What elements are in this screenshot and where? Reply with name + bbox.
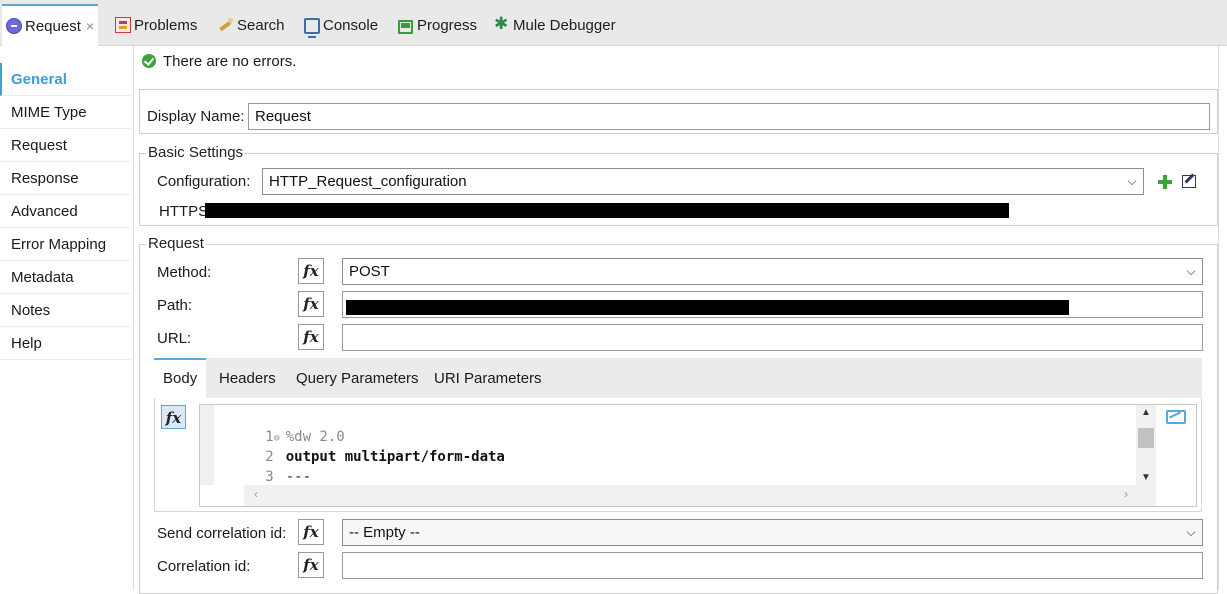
tab-label: Console — [323, 16, 379, 34]
nav-item-response[interactable]: Response — [0, 162, 131, 195]
tab-request[interactable]: Request × — [2, 4, 99, 46]
editor-horizontal-scrollbar[interactable]: ‹ › — [244, 485, 1156, 506]
properties-nav: General MIME Type Request Response Advan… — [0, 63, 131, 360]
configuration-label: Configuration: — [157, 173, 251, 190]
add-configuration-icon[interactable] — [1158, 175, 1172, 189]
path-label: Path: — [157, 297, 193, 314]
send-correlation-id-value: -- Empty -- — [349, 524, 420, 541]
nav-item-advanced[interactable]: Advanced — [0, 195, 131, 228]
url-fx-button[interactable]: fx — [298, 324, 324, 350]
configuration-value: HTTP_Request_configuration — [269, 173, 467, 190]
tab-body[interactable]: Body — [154, 358, 207, 398]
nav-item-general[interactable]: General — [0, 63, 131, 96]
chevron-down-icon: ⌵ — [1186, 264, 1196, 278]
validation-status: There are no errors. — [142, 51, 296, 71]
tab-search[interactable]: Search — [218, 4, 285, 46]
request-icon — [6, 18, 22, 34]
send-correlation-fx-button[interactable]: fx — [298, 519, 324, 545]
code-line: 4⊖{ — [214, 467, 294, 505]
debugger-icon — [494, 14, 510, 34]
correlation-id-input[interactable] — [342, 552, 1203, 579]
nav-item-mime-type[interactable]: MIME Type — [0, 96, 131, 129]
method-label: Method: — [157, 264, 212, 281]
status-text: There are no errors. — [163, 52, 297, 70]
method-value: POST — [349, 263, 390, 280]
nav-item-help[interactable]: Help — [0, 327, 131, 360]
tab-label: Mule Debugger — [513, 16, 616, 34]
code-line: 2 output multipart/form-data — [265, 449, 505, 465]
tab-uri-parameters[interactable]: URI Parameters — [425, 358, 551, 398]
console-icon — [304, 18, 320, 38]
path-fx-button[interactable]: fx — [298, 291, 324, 317]
scroll-left-icon[interactable]: ‹ — [254, 487, 258, 501]
check-circle-icon — [142, 54, 156, 68]
scroll-down-icon[interactable]: ▼ — [1136, 472, 1156, 483]
code-line: 3 --- — [265, 469, 312, 485]
send-correlation-id-select[interactable]: -- Empty -- ⌵ — [342, 519, 1203, 546]
scroll-thumb[interactable] — [1138, 428, 1154, 448]
configuration-select[interactable]: HTTP_Request_configuration ⌵ — [262, 168, 1144, 195]
scroll-right-icon[interactable]: › — [1124, 487, 1128, 501]
editor-gutter — [200, 405, 214, 485]
redacted-path — [346, 300, 1069, 315]
transform-map-icon[interactable] — [1166, 408, 1186, 424]
request-subtabs: Body Headers Query Parameters URI Parame… — [154, 358, 1202, 398]
url-label: URL: — [157, 330, 192, 347]
tab-problems[interactable]: Problems — [115, 4, 197, 46]
close-icon[interactable]: × — [86, 18, 94, 34]
chevron-down-icon: ⌵ — [1186, 525, 1196, 539]
chevron-down-icon: ⌵ — [1127, 174, 1137, 188]
body-fx-button[interactable]: fx — [161, 405, 186, 429]
display-name-label: Display Name: — [147, 108, 245, 125]
progress-icon — [398, 17, 414, 34]
correlation-id-fx-button[interactable]: fx — [298, 552, 324, 578]
scroll-up-icon[interactable]: ▲ — [1136, 407, 1156, 418]
basic-settings-legend: Basic Settings — [146, 144, 246, 161]
display-name-input[interactable]: Request — [248, 103, 1210, 130]
tab-label: Search — [237, 16, 285, 34]
tab-mule-debugger[interactable]: Mule Debugger — [494, 4, 616, 46]
tab-console[interactable]: Console — [304, 4, 378, 46]
panel-right-edge — [1218, 46, 1227, 590]
dataweave-editor[interactable]: 1⊖ %dw 2.0 2 output multipart/form-data 3-… — [199, 404, 1197, 507]
nav-item-metadata[interactable]: Metadata — [0, 261, 131, 294]
request-legend: Request — [146, 235, 206, 252]
nav-item-error-mapping[interactable]: Error Mapping — [0, 228, 131, 261]
nav-item-request[interactable]: Request — [0, 129, 131, 162]
url-input[interactable] — [342, 324, 1203, 351]
tab-progress[interactable]: Progress — [398, 4, 477, 46]
send-correlation-id-label: Send correlation id: — [157, 525, 287, 542]
tab-query-parameters[interactable]: Query Parameters — [287, 358, 428, 398]
tab-headers[interactable]: Headers — [210, 358, 285, 398]
tab-label: Problems — [134, 16, 198, 34]
tab-label: Request — [25, 17, 81, 35]
redacted-host — [205, 203, 1009, 218]
problems-icon — [115, 17, 131, 33]
method-select[interactable]: POST ⌵ — [342, 258, 1203, 285]
code-line: 1⊖ %dw 2.0 — [214, 407, 344, 445]
edit-configuration-icon[interactable] — [1182, 175, 1196, 188]
nav-divider — [133, 46, 134, 590]
tab-label: Progress — [417, 16, 478, 34]
correlation-id-label: Correlation id: — [157, 558, 251, 575]
search-icon — [218, 17, 234, 33]
view-tab-bar: Request × Problems Search Console Progre… — [0, 0, 1227, 46]
editor-vertical-scrollbar[interactable]: ▲ ▼ — [1136, 405, 1156, 485]
nav-item-notes[interactable]: Notes — [0, 294, 131, 327]
method-fx-button[interactable]: fx — [298, 258, 324, 284]
